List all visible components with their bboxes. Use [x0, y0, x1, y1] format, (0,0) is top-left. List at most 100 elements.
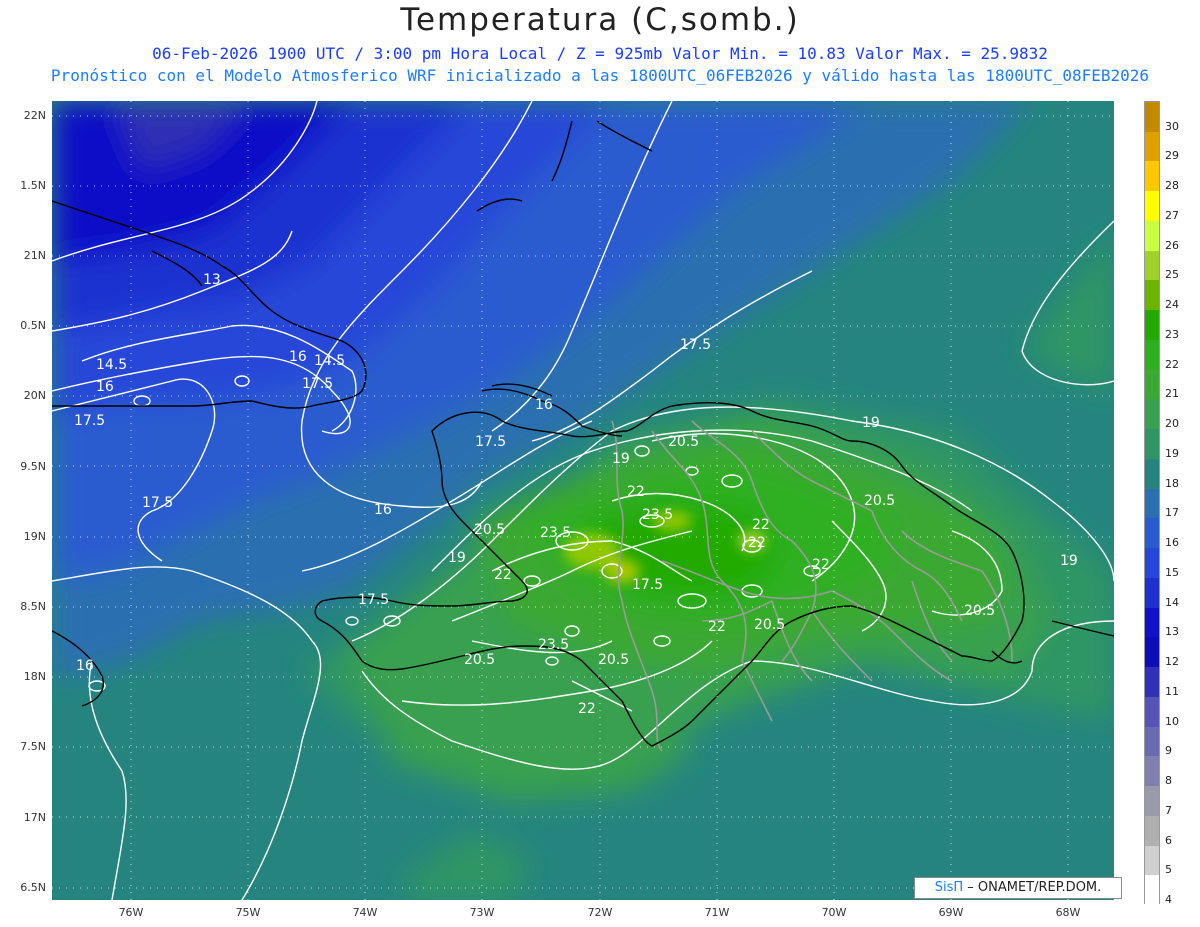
color-scale-swatch	[1145, 310, 1159, 341]
contour-label: 17.5	[302, 376, 333, 392]
contour-label: 19	[612, 451, 630, 467]
color-scale-label: 26	[1165, 238, 1179, 252]
color-scale-label: 21	[1165, 387, 1179, 401]
color-scale-swatch	[1145, 726, 1159, 757]
color-scale-swatch	[1145, 756, 1159, 787]
color-scale-swatch	[1145, 548, 1159, 579]
lon-label: 68W	[1055, 906, 1081, 919]
contour-label: 16	[289, 349, 307, 365]
contour-label: 22	[812, 557, 830, 573]
color-scale-label: 25	[1165, 268, 1179, 282]
lon-label: 69W	[938, 906, 964, 919]
color-scale-label: 13	[1165, 625, 1179, 639]
color-scale-swatch	[1145, 102, 1159, 133]
lat-label: 20N	[23, 389, 46, 402]
contour-label: 16	[374, 502, 392, 518]
credit-box: SisΠ – ONAMET/REP.DOM.	[914, 877, 1122, 899]
color-scale-swatch	[1145, 518, 1159, 549]
lon-label: 76W	[118, 906, 144, 919]
color-scale-swatch	[1145, 786, 1159, 817]
contour-label: 20.5	[598, 652, 629, 668]
color-scale-label: 23	[1165, 327, 1179, 341]
lat-label: 1.5N	[20, 179, 46, 192]
color-scale-label: 9	[1165, 744, 1172, 758]
contour-label: 16	[96, 379, 114, 395]
color-scale-swatch	[1145, 131, 1159, 162]
color-scale-swatch	[1145, 369, 1159, 400]
color-scale-swatch	[1145, 696, 1159, 728]
credit-brand: SisΠ	[934, 880, 964, 895]
color-scale-swatch	[1145, 339, 1159, 371]
temperature-map: 13 14.5 16 16 14.5 17.5 16 17.5 17.5 17.…	[52, 101, 1114, 900]
color-scale-label: 30	[1165, 119, 1179, 133]
contour-label: 22	[752, 517, 770, 533]
color-scale-swatch	[1145, 875, 1159, 906]
lat-label: 7.5N	[20, 740, 46, 753]
color-scale-swatch	[1145, 399, 1159, 430]
contour-label: 20.5	[754, 617, 785, 633]
contour-label: 17.5	[142, 495, 173, 511]
color-scale-swatch	[1145, 220, 1159, 252]
contour-label: 13	[203, 272, 221, 288]
lat-label: 17N	[23, 811, 46, 824]
contour-label: 20.5	[668, 434, 699, 450]
credit-text: – ONAMET/REP.DOM.	[963, 880, 1102, 895]
contour-label: 17.5	[680, 337, 711, 353]
color-scale-label: 11	[1165, 684, 1179, 698]
color-scale-label: 6	[1165, 833, 1172, 847]
color-scale-swatch	[1145, 429, 1159, 460]
contour-label: 22	[627, 484, 645, 500]
color-scale-label: 4	[1165, 893, 1172, 906]
color-scale-swatch	[1145, 667, 1159, 698]
color-scale-swatch	[1145, 637, 1159, 668]
contour-label: 22	[748, 535, 766, 551]
contour-label: 17.5	[74, 413, 105, 429]
color-scale-swatch	[1145, 815, 1159, 846]
color-scale-label: 12	[1165, 655, 1179, 669]
color-scale-swatch	[1145, 191, 1159, 222]
lon-label: 72W	[587, 906, 613, 919]
lon-label: 71W	[704, 906, 730, 919]
lat-label: 18N	[23, 670, 46, 683]
lon-label: 70W	[821, 906, 847, 919]
contour-label: 14.5	[314, 353, 345, 369]
color-scale-label: 15	[1165, 565, 1179, 579]
color-scale-label: 17	[1165, 506, 1179, 520]
contour-label: 23.5	[540, 525, 571, 541]
color-scale-label: 16	[1165, 536, 1179, 550]
model-info-line: Pronóstico con el Modelo Atmosferico WRF…	[50, 66, 1150, 85]
contour-label: 17.5	[358, 592, 389, 608]
contour-label: 23.5	[538, 637, 569, 653]
color-scale-label: 24	[1165, 298, 1179, 312]
contour-label: 20.5	[964, 603, 995, 619]
lat-label: 0.5N	[20, 319, 46, 332]
color-scale-label: 14	[1165, 595, 1179, 609]
color-scale-label: 5	[1165, 863, 1172, 877]
color-scale-label: 7	[1165, 803, 1172, 817]
color-scale-label: 28	[1165, 179, 1179, 193]
contour-label: 16	[535, 397, 553, 413]
lon-label: 73W	[469, 906, 495, 919]
color-scale-label: 27	[1165, 208, 1179, 222]
lat-label: 21N	[23, 249, 46, 262]
contour-label: 17.5	[475, 434, 506, 450]
lat-label: 6.5N	[20, 881, 46, 894]
map-title: Temperatura (C,somb.)	[400, 2, 800, 38]
contour-label: 20.5	[864, 493, 895, 509]
lon-label: 75W	[235, 906, 261, 919]
valid-time-line: 06-Feb-2026 1900 UTC / 3:00 pm Hora Loca…	[152, 44, 1048, 63]
contour-label: 19	[862, 415, 880, 431]
contour-label: 23.5	[642, 507, 673, 523]
color-scale-label: 19	[1165, 446, 1179, 460]
color-scale-label: 20	[1165, 417, 1179, 431]
color-scale-swatch	[1145, 488, 1159, 519]
color-scale-bar	[1144, 101, 1160, 906]
color-scale-swatch	[1145, 577, 1159, 609]
contour-label: 22	[578, 701, 596, 717]
color-scale-swatch	[1145, 607, 1159, 638]
map-canvas: 13 14.5 16 16 14.5 17.5 16 17.5 17.5 17.…	[52, 101, 1114, 900]
color-scale-label: 18	[1165, 476, 1179, 490]
contour-label: 20.5	[474, 522, 505, 538]
color-scale-swatch	[1145, 250, 1159, 281]
contour-label: 19	[448, 550, 466, 566]
